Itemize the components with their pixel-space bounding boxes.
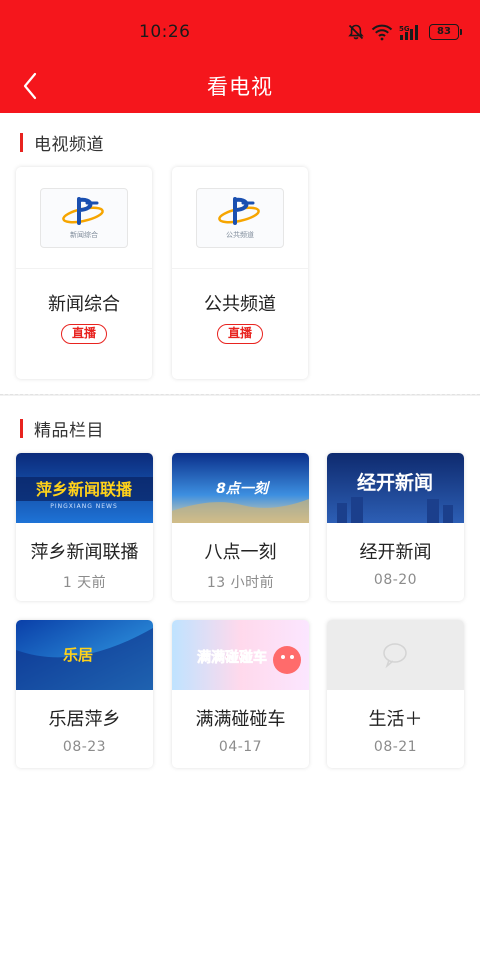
section-title-tv: 电视频道	[20, 131, 104, 155]
app-header: 10:26 5G 83 看电视	[0, 0, 480, 113]
program-card[interactable]: 8点一刻 八点一刻 13 小时前	[172, 453, 309, 601]
section-divider	[0, 394, 480, 396]
program-date: 1 天前	[62, 575, 107, 591]
program-card[interactable]: 满满碰碰车 满满碰碰车 04-17	[172, 620, 309, 768]
program-thumbnail: 8点一刻	[172, 453, 309, 523]
channel-logo-text: 公共频道	[226, 231, 254, 239]
program-card[interactable]: 经开新闻 经开新闻 08-20	[327, 453, 464, 601]
channel-card[interactable]: 新闻综合 新闻综合 直播	[16, 167, 152, 379]
channel-name: 新闻综合	[48, 294, 120, 315]
program-date: 08-20	[373, 572, 418, 588]
program-name: 八点一刻	[204, 542, 277, 563]
program-date: 04-17	[218, 739, 263, 755]
program-thumbnail: 萍乡新闻联播 PINGXIANG NEWS	[16, 453, 153, 523]
program-name: 满满碰碰车	[195, 709, 286, 730]
live-badge: 直播	[61, 324, 107, 344]
program-name: 乐居萍乡	[48, 709, 121, 730]
channel-logo-text: 新闻综合	[70, 231, 98, 239]
channel-name: 公共频道	[204, 294, 276, 315]
thumb-title: 经开新闻	[357, 471, 433, 494]
program-name: 萍乡新闻联播	[30, 542, 139, 563]
image-placeholder-icon	[383, 643, 407, 669]
program-date: 13 小时前	[206, 575, 275, 591]
section-title-tv-label: 电视频道	[34, 134, 104, 155]
page-title: 看电视	[207, 75, 273, 99]
program-name: 生活＋	[368, 709, 423, 730]
program-date: 08-23	[62, 739, 107, 755]
channel-card[interactable]: 公共频道 公共频道 直播	[172, 167, 308, 379]
pingxiang-tv-logo-icon	[218, 197, 260, 225]
mute-bell-icon	[348, 24, 364, 40]
program-thumbnail: 经开新闻	[327, 453, 464, 523]
thumb-title: 8点一刻	[216, 480, 271, 497]
pingxiang-tv-logo-icon	[62, 197, 104, 225]
thumb-title: 满满碰碰车	[197, 649, 267, 666]
channel-logo: 公共频道	[196, 187, 284, 248]
status-time: 10:26	[139, 22, 191, 42]
program-thumbnail-placeholder	[327, 620, 464, 690]
status-icons: 5G 83	[347, 22, 462, 42]
channel-logo: 新闻综合	[40, 187, 128, 248]
thumb-subtitle: PINGXIANG NEWS	[50, 503, 118, 510]
program-thumbnail: 乐居	[16, 620, 153, 690]
program-card[interactable]: 乐居 乐居萍乡 08-23	[16, 620, 153, 768]
section-title-programs: 精品栏目	[20, 417, 104, 441]
battery-level: 83	[429, 24, 459, 40]
wifi-icon	[371, 24, 393, 41]
live-badge: 直播	[217, 324, 263, 344]
program-date: 08-21	[373, 739, 418, 755]
program-name: 经开新闻	[359, 542, 432, 563]
svg-text:5G: 5G	[399, 25, 410, 33]
program-card[interactable]: 萍乡新闻联播 PINGXIANG NEWS 萍乡新闻联播 1 天前	[16, 453, 153, 601]
thumb-title: 萍乡新闻联播	[36, 480, 133, 499]
program-thumbnail: 满满碰碰车	[172, 620, 309, 690]
program-card[interactable]: 生活＋ 08-21	[327, 620, 464, 768]
section-title-programs-label: 精品栏目	[34, 420, 104, 441]
battery-icon: 83	[429, 24, 462, 40]
signal-icon: 5G	[399, 25, 418, 40]
thumb-title: 乐居	[63, 646, 93, 664]
